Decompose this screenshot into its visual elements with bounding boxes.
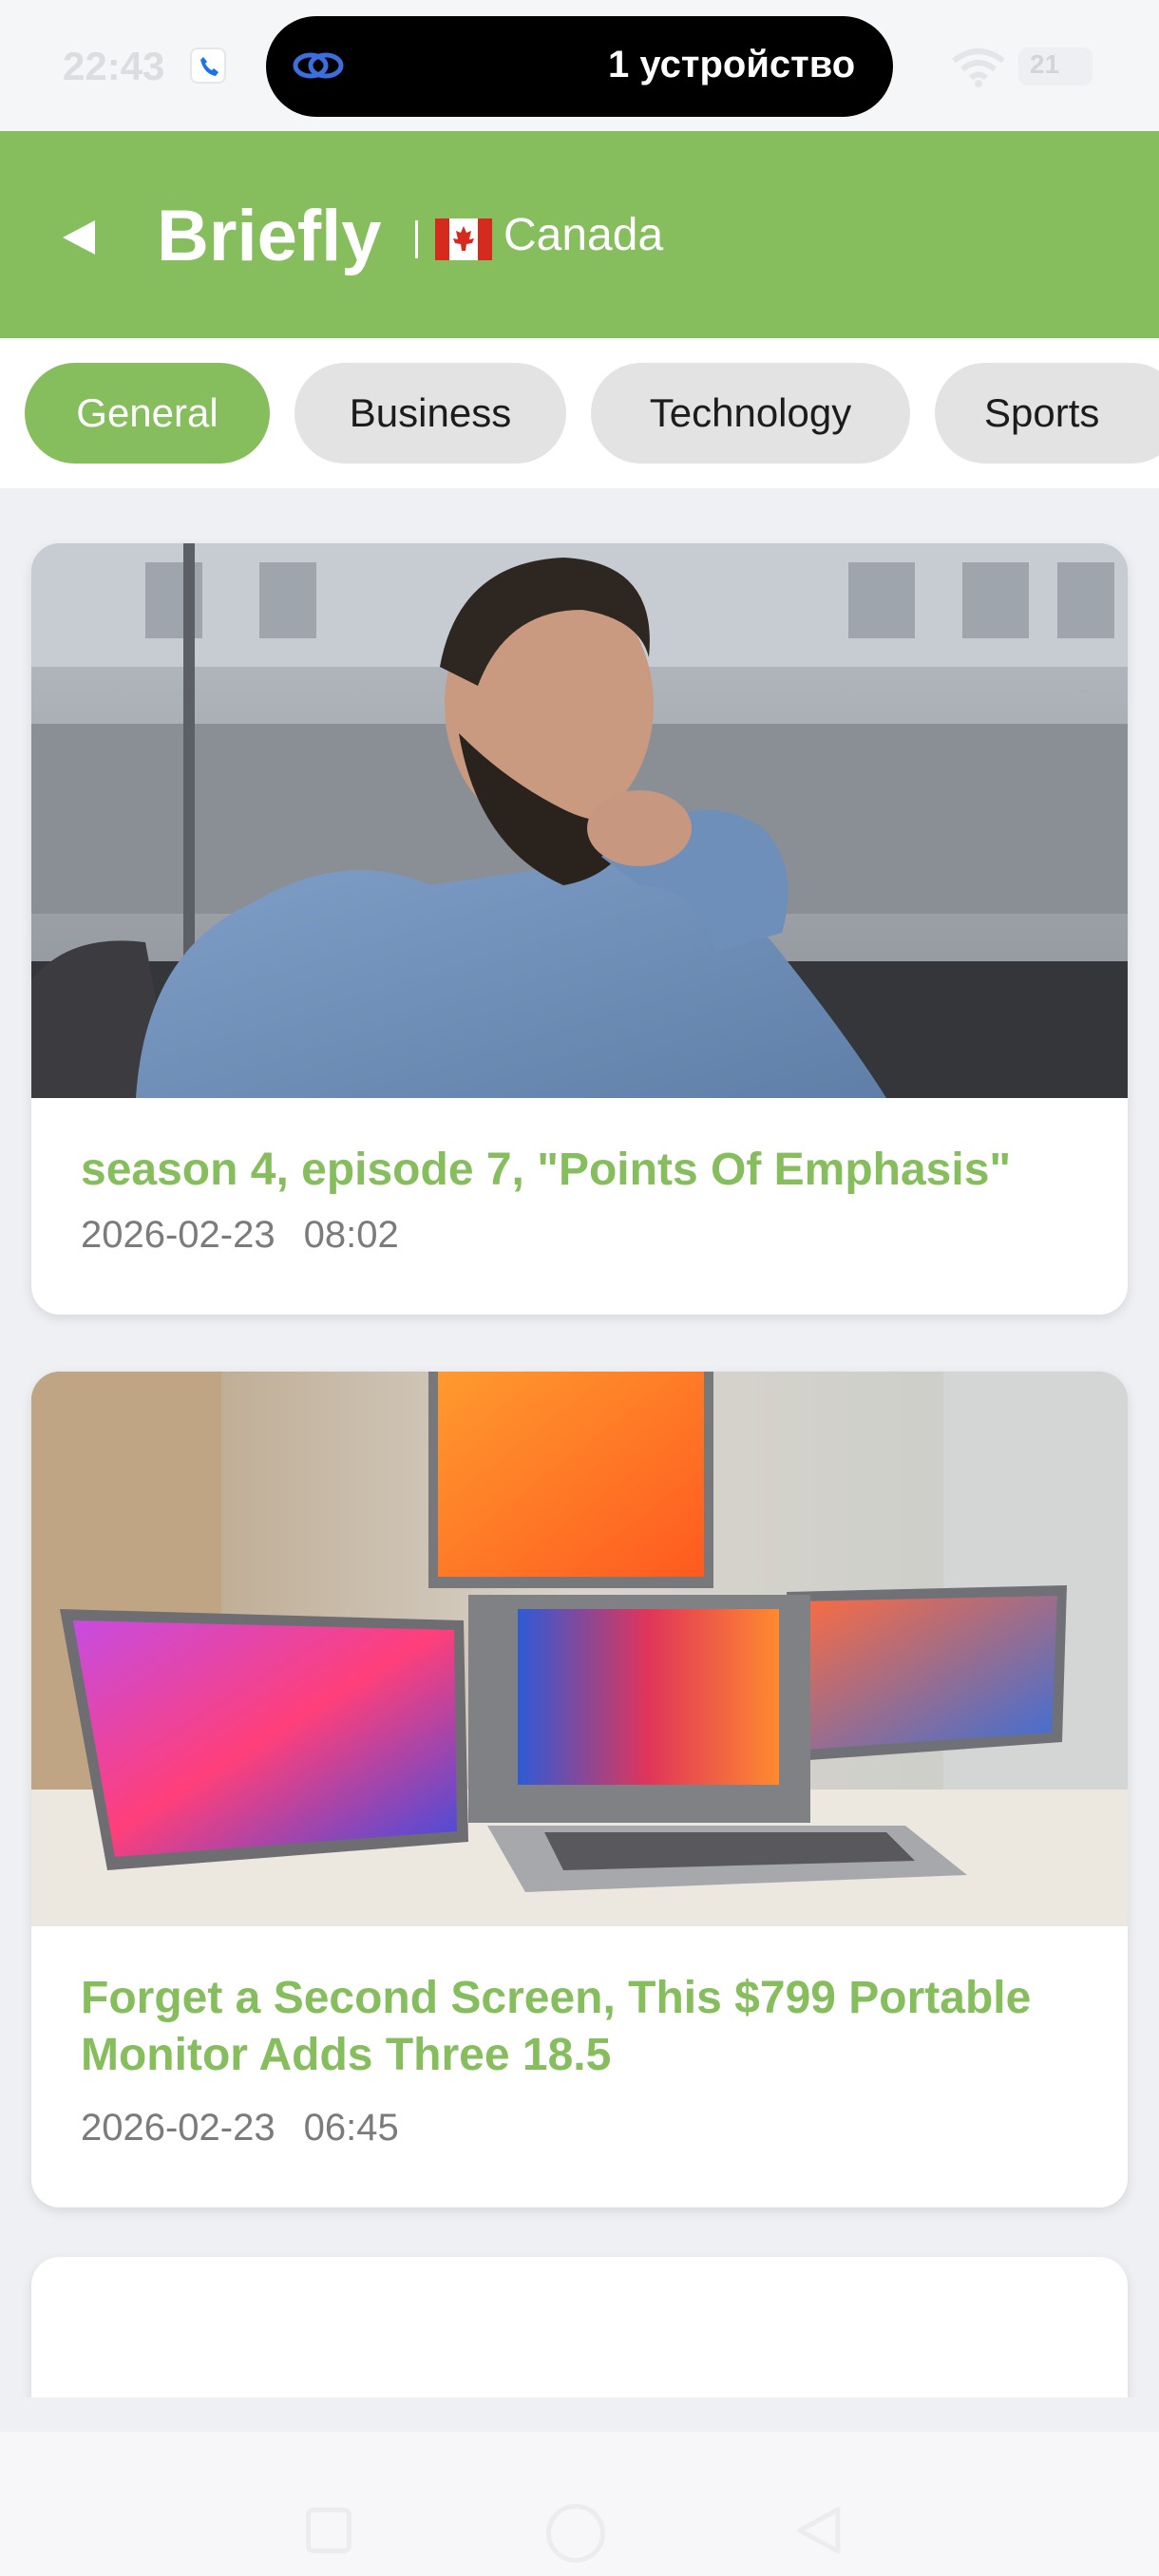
tab-sports[interactable]: Sports (935, 363, 1159, 464)
article-card[interactable] (31, 2257, 1128, 2397)
tab-general[interactable]: General (25, 363, 270, 464)
article-date: 2026-02-23 (81, 2107, 276, 2149)
article-card[interactable]: Forget a Second Screen, This $799 Portab… (31, 1372, 1128, 2207)
battery-level: 21 (1030, 49, 1060, 79)
article-card[interactable]: season 4, episode 7, "Points Of Emphasis… (31, 543, 1128, 1315)
article-title[interactable]: Forget a Second Screen, This $799 Portab… (81, 1970, 1088, 2084)
battery-icon: 21 (1018, 47, 1092, 85)
app-screen: 22:43 1 устройство 21 Briefly Canada Gen… (0, 0, 1159, 2576)
wifi-icon (952, 48, 1005, 87)
tab-technology[interactable]: Technology (591, 363, 910, 464)
island-text: 1 устройство (608, 44, 856, 85)
article-date: 2026-02-23 (81, 1214, 276, 1256)
country-label[interactable]: Canada (504, 209, 663, 261)
news-feed[interactable]: season 4, episode 7, "Points Of Emphasis… (0, 488, 1159, 2397)
back-triangle-icon[interactable] (794, 2506, 844, 2555)
article-meta: 2026-02-23 08:02 (81, 1214, 399, 1257)
article-image[interactable] (31, 1372, 1128, 1926)
article-meta: 2026-02-23 06:45 (81, 2107, 399, 2150)
status-time: 22:43 (63, 44, 165, 88)
app-header: Briefly Canada (0, 131, 1159, 338)
call-icon (190, 47, 226, 84)
app-title: Briefly (157, 196, 382, 276)
link-icon (293, 52, 344, 79)
article-time: 08:02 (303, 1214, 399, 1256)
article-title[interactable]: season 4, episode 7, "Points Of Emphasis… (81, 1142, 1088, 1199)
back-icon[interactable] (59, 217, 101, 258)
tab-business[interactable]: Business (294, 363, 566, 464)
system-nav-bar (0, 2432, 1159, 2576)
article-image[interactable] (31, 543, 1128, 1098)
recents-square-icon[interactable] (306, 2508, 352, 2553)
canada-flag-icon (435, 218, 492, 260)
category-tabs: General Business Technology Sports (0, 338, 1159, 488)
status-bar: 22:43 1 устройство 21 (0, 0, 1159, 131)
header-divider (415, 220, 418, 258)
article-time: 06:45 (303, 2107, 399, 2149)
home-circle-icon[interactable] (546, 2504, 605, 2563)
